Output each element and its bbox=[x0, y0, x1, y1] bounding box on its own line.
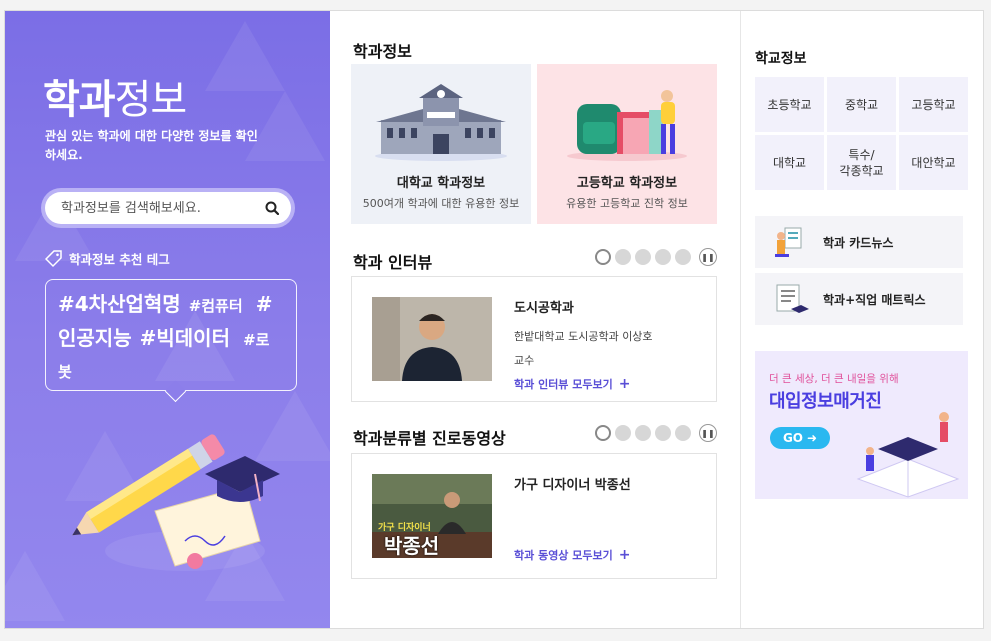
tag-link[interactable]: #4차산업혁명 bbox=[58, 292, 181, 316]
video-thumbnail[interactable]: 가구 디자이너 박종선 bbox=[372, 474, 492, 558]
banner-subtitle: 더 큰 세상, 더 큰 내일을 위해 bbox=[769, 373, 899, 385]
page-frame: 학과정보 관심 있는 학과에 대한 다양한 정보를 확인하세요. 학과정보 추천… bbox=[4, 10, 984, 629]
magazine-banner[interactable]: 더 큰 세상, 더 큰 내일을 위해 대입정보매거진 GO ➜ bbox=[755, 351, 968, 499]
page-description: 관심 있는 학과에 대한 다양한 정보를 확인하세요. bbox=[45, 129, 258, 162]
search-box bbox=[45, 192, 291, 224]
tag-link[interactable]: #빅데이터 bbox=[140, 326, 230, 350]
interview-more-link[interactable]: 학과 인터뷰 모두보기 + bbox=[514, 376, 653, 392]
interview-role: 교수 bbox=[514, 354, 535, 367]
pause-icon[interactable]: ❚❚ bbox=[699, 248, 717, 266]
card-subtitle: 유용한 고등학교 진학 정보 bbox=[566, 197, 688, 210]
university-dept-card[interactable]: 대학교 학과정보 500여개 학과에 대한 유용한 정보 bbox=[351, 64, 531, 224]
interview-title: 학과 인터뷰 bbox=[353, 253, 433, 272]
school-info-title: 학교정보 bbox=[755, 51, 807, 67]
school-bag-illustration bbox=[567, 90, 687, 161]
arrow-right-icon: ➜ bbox=[807, 431, 818, 445]
interview-box: 도시공학과 한밭대학교 도시공학과 이상호 교수 학과 인터뷰 모두보기 + bbox=[351, 276, 717, 402]
tag-section-title: 학과정보 추천 테그 bbox=[45, 249, 170, 268]
school-info-grid: 초등학교 중학교 고등학교 대학교 특수/ 각종학교 대안학교 bbox=[755, 77, 968, 190]
side-link-label: 학과 카드뉴스 bbox=[823, 235, 894, 250]
school-middle[interactable]: 중학교 bbox=[827, 77, 896, 132]
left-panel: 학과정보 관심 있는 학과에 대한 다양한 정보를 확인하세요. 학과정보 추천… bbox=[5, 11, 330, 628]
job-matrix-link[interactable]: 학과+직업 매트릭스 bbox=[755, 273, 963, 325]
university-building-illustration bbox=[375, 84, 507, 161]
side-link-label: 학과+직업 매트릭스 bbox=[823, 292, 926, 307]
video-box: 가구 디자이너 박종선 가구 디자이너 박종선 학과 동영상 모두보기 + bbox=[351, 453, 717, 579]
card-title: 고등학교 학과정보 bbox=[576, 176, 678, 191]
pager-dot[interactable] bbox=[595, 249, 611, 265]
video-info: 가구 디자이너 박종선 학과 동영상 모두보기 + bbox=[514, 474, 631, 563]
tag-link[interactable]: #컴퓨터 bbox=[189, 297, 243, 315]
pager-dot[interactable] bbox=[615, 425, 631, 441]
search-input[interactable] bbox=[59, 199, 265, 217]
video-more-link[interactable]: 학과 동영상 모두보기 + bbox=[514, 547, 631, 563]
interview-dept: 도시공학과 bbox=[514, 301, 574, 316]
pager-dot[interactable] bbox=[595, 425, 611, 441]
video-pager: ❚❚ bbox=[595, 424, 717, 442]
go-button[interactable]: GO ➜ bbox=[770, 427, 830, 449]
plus-icon: + bbox=[618, 547, 631, 563]
pause-icon[interactable]: ❚❚ bbox=[699, 424, 717, 442]
school-university[interactable]: 대학교 bbox=[755, 135, 824, 190]
pager-dot[interactable] bbox=[615, 249, 631, 265]
interview-info: 도시공학과 한밭대학교 도시공학과 이상호 교수 학과 인터뷰 모두보기 + bbox=[514, 297, 653, 392]
school-alternative[interactable]: 대안학교 bbox=[899, 135, 968, 190]
pager-dot[interactable] bbox=[635, 425, 651, 441]
plus-icon: + bbox=[618, 376, 631, 392]
search-icon[interactable] bbox=[265, 201, 279, 215]
tag-icon bbox=[45, 249, 62, 267]
matrix-document-icon bbox=[776, 284, 809, 313]
school-high[interactable]: 고등학교 bbox=[899, 77, 968, 132]
column-divider bbox=[740, 11, 741, 628]
pager-dot[interactable] bbox=[675, 425, 691, 441]
pencil-diploma-illustration bbox=[72, 434, 280, 571]
highschool-dept-card[interactable]: 고등학교 학과정보 유용한 고등학교 진학 정보 bbox=[537, 64, 717, 224]
magazine-illustration bbox=[856, 412, 960, 498]
interview-pager: ❚❚ bbox=[595, 248, 717, 266]
card-title: 대학교 학과정보 bbox=[396, 176, 486, 191]
video-title: 학과분류별 진로동영상 bbox=[353, 429, 506, 448]
card-subtitle: 500여개 학과에 대한 유용한 정보 bbox=[362, 197, 520, 210]
dept-info-title: 학과정보 bbox=[353, 42, 412, 61]
pager-dot[interactable] bbox=[655, 249, 671, 265]
pager-dot[interactable] bbox=[675, 249, 691, 265]
pager-dot[interactable] bbox=[635, 249, 651, 265]
school-elementary[interactable]: 초등학교 bbox=[755, 77, 824, 132]
school-special[interactable]: 특수/ 각종학교 bbox=[827, 135, 896, 190]
card-news-link[interactable]: 학과 카드뉴스 bbox=[755, 216, 963, 268]
pager-dot[interactable] bbox=[655, 425, 671, 441]
card-news-icon bbox=[775, 227, 802, 257]
interview-person: 한밭대학교 도시공학과 이상호 bbox=[514, 330, 653, 343]
interview-photo[interactable] bbox=[372, 297, 492, 381]
video-overlay-big: 박종선 bbox=[384, 534, 440, 558]
recommended-tags: #4차산업혁명 #컴퓨터 #인공지능 #빅데이터 #로봇 bbox=[45, 279, 297, 391]
video-name: 가구 디자이너 박종선 bbox=[514, 478, 631, 493]
page-title: 학과정보 bbox=[43, 77, 187, 123]
